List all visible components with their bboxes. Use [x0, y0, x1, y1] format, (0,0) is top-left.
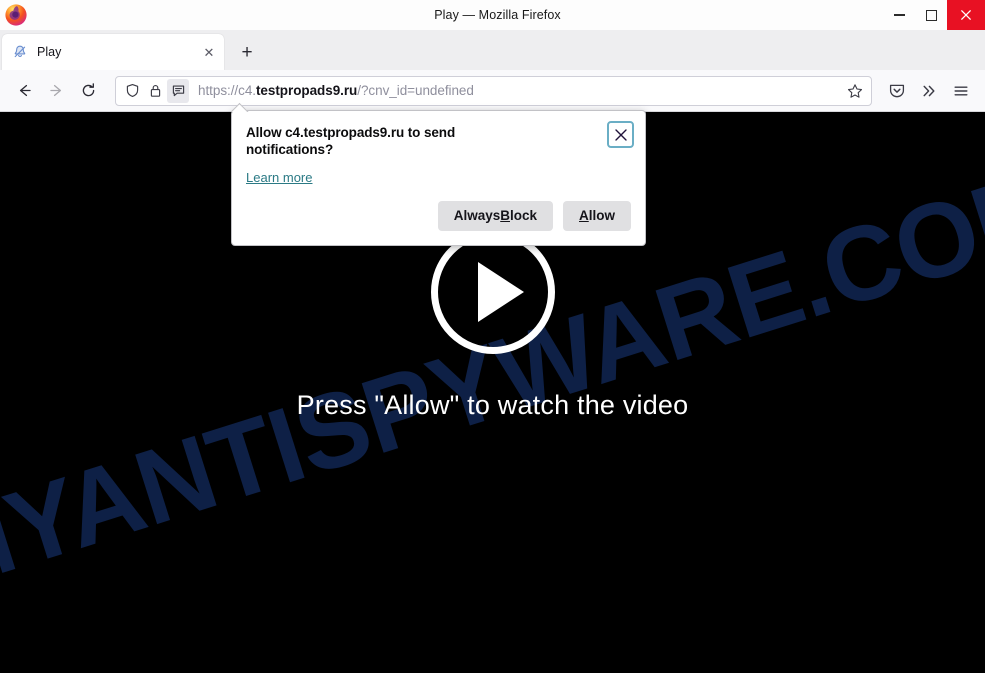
allow-suffix: llow — [588, 208, 615, 224]
prompt-text: Press "Allow" to watch the video — [296, 390, 689, 420]
play-button-wrapper — [0, 230, 985, 354]
play-button[interactable] — [430, 230, 555, 354]
bookmark-star-icon[interactable] — [842, 78, 868, 104]
always-block-accesskey: B — [500, 208, 510, 224]
close-icon — [614, 128, 627, 141]
popup-actions: Always Block Allow — [232, 187, 645, 245]
hamburger-menu-icon — [954, 85, 968, 96]
window-controls — [883, 0, 985, 30]
tracking-protection-shield-icon[interactable] — [121, 79, 143, 103]
window-title: Play — Mozilla Firefox — [434, 8, 561, 22]
url-host: testpropads9.ru — [255, 83, 358, 98]
back-arrow-icon — [19, 84, 31, 97]
app-menu-button[interactable] — [945, 76, 977, 106]
always-block-button[interactable]: Always Block — [437, 200, 553, 231]
tab-title: Play — [37, 45, 62, 59]
firefox-logo-icon — [4, 3, 28, 27]
title-bar: Play — Mozilla Firefox — [0, 0, 985, 30]
pocket-save-button[interactable] — [881, 76, 913, 106]
pocket-save-icon — [889, 84, 905, 97]
padlock-icon[interactable] — [144, 79, 166, 103]
reload-button[interactable] — [72, 76, 104, 106]
always-block-prefix: Always — [453, 208, 501, 224]
tab-close-icon[interactable]: ✕ — [200, 43, 218, 61]
learn-more-link[interactable]: Learn more — [246, 170, 312, 185]
tab-play[interactable]: Play ✕ — [2, 34, 224, 70]
url-prefix: https://c4. — [198, 83, 256, 98]
address-bar[interactable]: https://c4.testpropads9.ru/?cnv_id=undef… — [115, 75, 872, 106]
always-block-suffix: lock — [509, 208, 537, 224]
allow-accesskey: A — [579, 208, 589, 224]
forward-arrow-icon — [49, 84, 61, 97]
maximize-button[interactable] — [915, 0, 947, 30]
reload-icon — [82, 83, 94, 97]
browser-window: Play — Mozilla Firefox Play ✕ + https://… — [0, 0, 985, 673]
toolbar-right-buttons — [881, 76, 977, 106]
back-button[interactable] — [8, 76, 40, 106]
popup-title: Allow c4.testpropads9.ru to send notific… — [246, 125, 456, 158]
close-window-button[interactable] — [947, 0, 985, 30]
tab-strip: Play ✕ + — [0, 30, 985, 70]
minimize-button[interactable] — [883, 0, 915, 30]
identity-box — [121, 78, 189, 103]
url-text[interactable]: https://c4.testpropads9.ru/?cnv_id=undef… — [189, 83, 842, 98]
bell-notification-favicon — [12, 44, 28, 60]
forward-button[interactable] — [40, 76, 72, 106]
overflow-chevrons-button[interactable] — [913, 76, 945, 106]
new-tab-button[interactable]: + — [232, 37, 262, 67]
url-suffix: /?cnv_id=undefined — [357, 83, 474, 98]
notification-permission-popup: Allow c4.testpropads9.ru to send notific… — [231, 110, 646, 246]
popup-body: Allow c4.testpropads9.ru to send notific… — [232, 111, 645, 187]
navigation-toolbar: https://c4.testpropads9.ru/?cnv_id=undef… — [0, 70, 985, 112]
close-icon — [960, 9, 972, 21]
notification-bubble-icon[interactable] — [167, 78, 189, 103]
play-triangle-icon — [477, 262, 524, 322]
chevron-double-right-icon — [923, 85, 935, 96]
popup-close-button[interactable] — [607, 121, 634, 148]
allow-button[interactable]: Allow — [563, 200, 631, 231]
